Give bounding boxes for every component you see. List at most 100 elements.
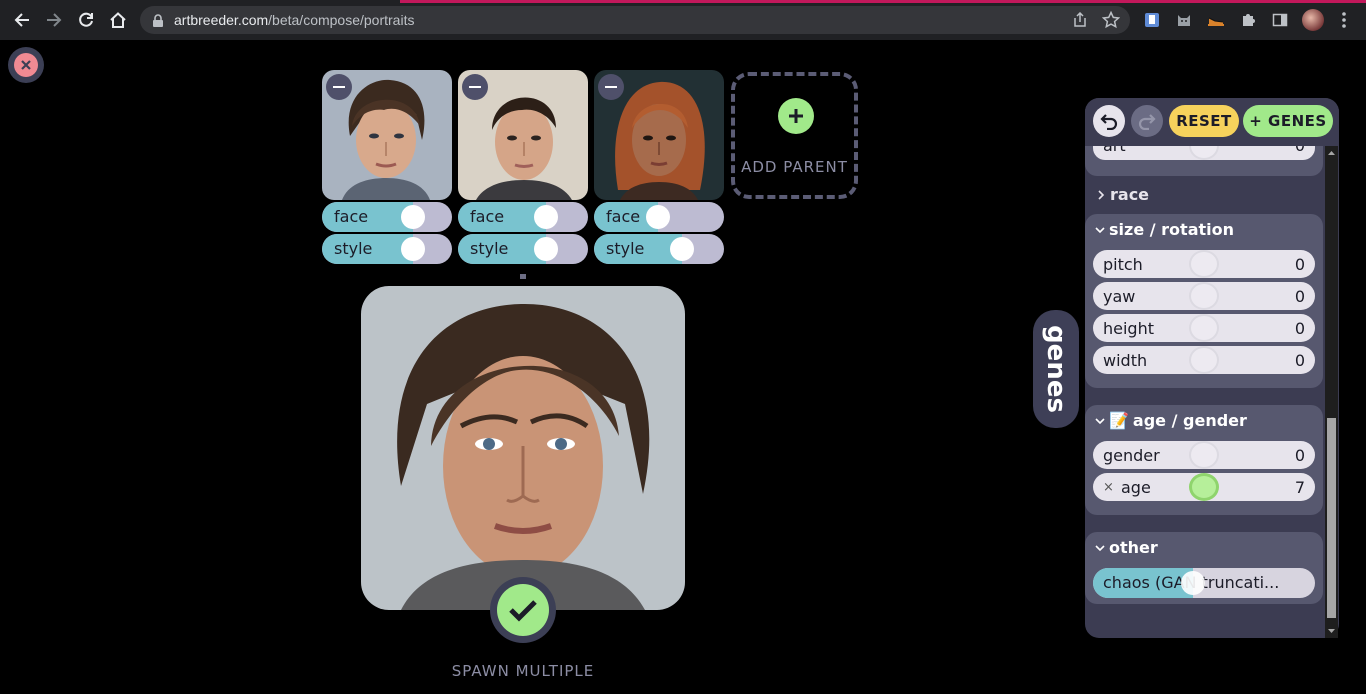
memo-icon: 📝 [1109,411,1129,430]
slider-label: face [606,207,641,226]
gene-value: 0 [1294,351,1305,370]
extension-bookmark-icon[interactable] [1142,10,1162,30]
slider-knob[interactable] [645,205,670,229]
add-genes-button[interactable]: + GENES [1243,105,1333,137]
gene-knob[interactable] [1189,282,1219,310]
parent-3-style-slider[interactable]: style [594,234,724,264]
redo-button[interactable] [1131,105,1163,137]
slider-knob[interactable] [534,205,559,229]
parent-1-face-slider[interactable]: face [322,202,452,232]
section-art: art 0 [1085,132,1323,176]
home-icon[interactable] [107,9,129,31]
remove-parent-button-1[interactable] [326,74,352,100]
slider-knob[interactable] [1180,571,1205,595]
parent-2-face-slider[interactable]: face [458,202,588,232]
remove-parent-button-2[interactable] [462,74,488,100]
share-icon[interactable] [1070,10,1090,30]
parent-3-face-slider[interactable]: face [594,202,724,232]
lock-icon [152,13,164,32]
undo-button[interactable] [1093,105,1125,137]
chevron-down-icon [1095,544,1105,551]
gene-row-gender[interactable]: gender 0 [1093,441,1315,469]
section-title: size / rotation [1109,220,1234,239]
remove-parent-button-3[interactable] [598,74,624,100]
extensions-puzzle-icon[interactable] [1238,10,1258,30]
slider-knob[interactable] [670,237,695,261]
remove-gene-icon[interactable]: × [1103,480,1114,495]
address-bar[interactable]: artbreeder.com/beta/compose/portraits [140,6,1130,34]
parent-1-style-slider[interactable]: style [322,234,452,264]
minus-icon [333,86,345,88]
minus-icon [605,86,617,88]
chevron-down-icon [1095,417,1105,424]
genes-tab-label: genes [1041,325,1071,413]
gene-knob[interactable] [1189,314,1219,342]
section-size-rotation-header[interactable]: size / rotation [1095,220,1234,239]
minus-icon [469,86,481,88]
undo-icon [1100,114,1118,130]
result-portrait[interactable] [361,286,685,610]
gene-row-age[interactable]: × age 7 [1093,473,1315,501]
plus-icon [778,98,814,134]
slider-knob[interactable] [401,237,425,261]
close-icon [14,53,38,77]
bookmark-star-icon[interactable] [1101,10,1121,30]
scrollbar-thumb[interactable] [1327,418,1336,618]
gene-row-yaw[interactable]: yaw 0 [1093,282,1315,310]
tab-strip-accent [0,0,1366,3]
extension-shoe-icon[interactable] [1206,10,1226,30]
section-race-header[interactable]: race [1096,185,1149,204]
reload-icon[interactable] [75,9,97,31]
genes-scrollbar[interactable] [1325,146,1338,638]
genes-tab[interactable]: genes [1033,310,1079,428]
profile-avatar[interactable] [1302,9,1324,31]
confirm-button[interactable] [490,577,556,643]
add-parent-button[interactable]: ADD PARENT [731,72,858,199]
spawn-multiple-button[interactable]: SPAWN MULTIPLE [423,662,623,680]
gene-value: 0 [1294,446,1305,465]
gene-row-chaos[interactable]: chaos (GAN truncati... [1093,568,1315,598]
menu-kebab-icon[interactable] [1334,10,1354,30]
gene-row-width[interactable]: width 0 [1093,346,1315,374]
gene-knob[interactable] [1189,473,1219,501]
section-title: age / gender [1132,411,1247,430]
section-age-gender-header[interactable]: 📝 age / gender [1095,411,1247,430]
browser-toolbar: artbreeder.com/beta/compose/portraits [0,0,1366,40]
forward-icon[interactable] [43,9,65,31]
url-text: artbreeder.com/beta/compose/portraits [174,12,415,28]
scroll-up-icon[interactable] [1325,148,1338,158]
gene-value: 0 [1294,287,1305,306]
parent-card-2: face style [458,70,588,264]
gene-row-pitch[interactable]: pitch 0 [1093,250,1315,278]
section-title: race [1110,185,1150,204]
parent-portrait-1[interactable] [322,70,452,200]
back-icon[interactable] [11,9,33,31]
gene-name: yaw [1103,287,1136,306]
gene-knob[interactable] [1189,250,1219,278]
slider-knob[interactable] [401,205,425,229]
gene-row-height[interactable]: height 0 [1093,314,1315,342]
reset-button[interactable]: RESET [1169,105,1239,137]
parent-2-style-slider[interactable]: style [458,234,588,264]
section-size-rotation: size / rotation pitch 0 yaw 0 height 0 w… [1085,214,1323,388]
section-age-gender: 📝 age / gender gender 0 × age 7 [1085,405,1323,515]
parent-card-3: face style [594,70,724,264]
slider-knob[interactable] [534,237,559,261]
gene-value: 0 [1294,319,1305,338]
scroll-down-icon[interactable] [1325,626,1338,636]
close-button[interactable] [8,47,44,83]
drag-handle[interactable] [520,274,526,279]
gene-name: height [1103,319,1154,338]
parent-portrait-2[interactable] [458,70,588,200]
gene-knob[interactable] [1189,346,1219,374]
section-other-header[interactable]: other [1095,538,1158,557]
chevron-right-icon [1098,189,1105,200]
gene-value: 0 [1294,255,1305,274]
slider-label: face [334,207,369,226]
side-panel-icon[interactable] [1270,10,1290,30]
gene-knob[interactable] [1189,441,1219,469]
extension-cat-icon[interactable] [1174,10,1194,30]
parent-portrait-3[interactable] [594,70,724,200]
section-title: other [1109,538,1158,557]
genes-toolbar: RESET + GENES [1085,98,1339,146]
